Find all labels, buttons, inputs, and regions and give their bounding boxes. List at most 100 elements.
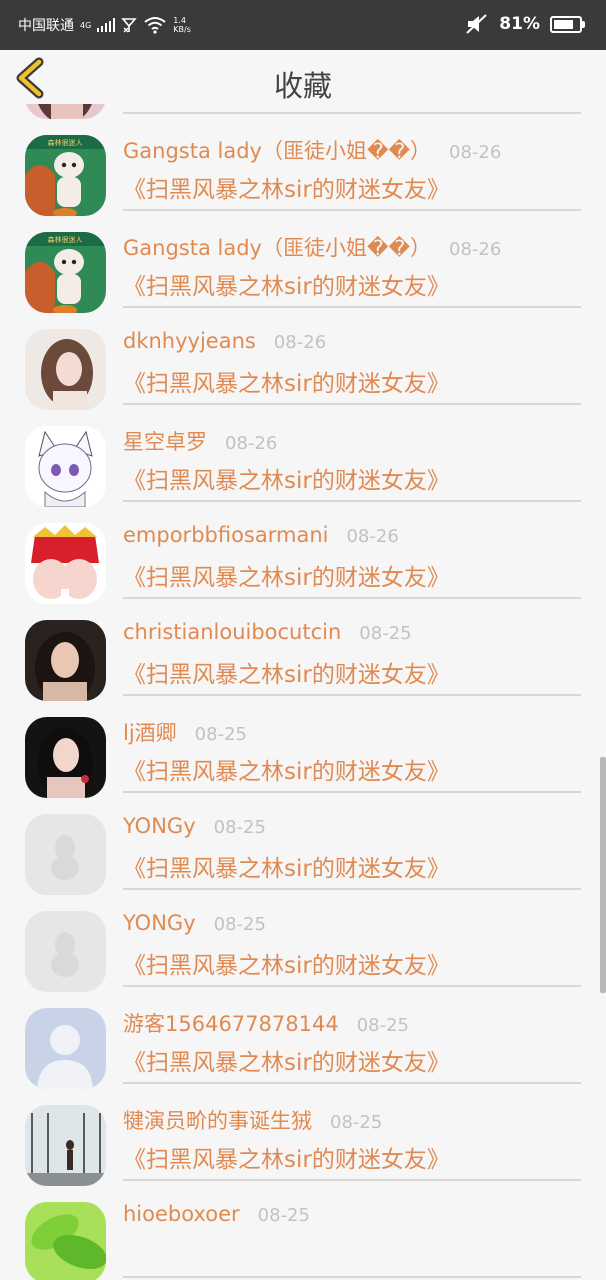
row-divider <box>123 306 581 308</box>
favorite-row[interactable]: hioeboxoer 08-25 <box>0 1190 606 1280</box>
avatar[interactable] <box>25 620 106 701</box>
battery-percent: 81% <box>499 14 540 34</box>
favorited-title-link[interactable]: 《扫黑风暴之林sir的财迷女友》 <box>123 849 450 883</box>
avatar[interactable] <box>25 1008 106 1089</box>
favorite-row[interactable]: 星空卓罗 08-26 《扫黑风暴之林sir的财迷女友》 <box>0 414 606 511</box>
user-name[interactable]: lj酒卿 <box>123 717 177 747</box>
user-name[interactable]: Gangsta lady（匪徒小姐��） <box>123 135 431 165</box>
avatar[interactable] <box>25 911 106 992</box>
avatar[interactable] <box>25 426 106 507</box>
favorite-date: 08-26 <box>449 239 502 260</box>
favorite-row[interactable]: 游客1564677878144 08-25 《扫黑风暴之林sir的财迷女友》 <box>0 996 606 1093</box>
row-divider <box>123 597 581 599</box>
avatar[interactable] <box>25 1105 106 1186</box>
carrier-label: 中国联通 <box>18 18 74 34</box>
user-name[interactable]: dknhyyjeans <box>123 329 256 353</box>
favorited-title-link[interactable]: 《扫黑风暴之林sir的财迷女友》 <box>123 655 450 689</box>
favorite-date: 08-26 <box>225 433 278 454</box>
favorited-title-link[interactable]: 《扫黑风暴之林sir的财迷女友》 <box>123 946 450 980</box>
user-name[interactable]: Gangsta lady（匪徒小姐��） <box>123 232 431 262</box>
favorite-row[interactable]: 犍演员畍的事诞生狨 08-25 《扫黑风暴之林sir的财迷女友》 <box>0 1093 606 1190</box>
row-meta: YONGy 08-25 <box>123 911 266 935</box>
avatar[interactable] <box>25 1202 106 1280</box>
user-name[interactable]: hioeboxoer <box>123 1202 240 1226</box>
user-name[interactable]: 犍演员畍的事诞生狨 <box>123 1105 312 1135</box>
favorite-date: 08-26 <box>346 526 399 547</box>
favorites-list-inner: 迈伯贤家的女人08-26《扫黑风暴之林sir的财迷女友》森林很迷人 Gangsta… <box>0 104 606 1280</box>
user-name[interactable]: 星空卓罗 <box>123 426 207 456</box>
network-type: 4G <box>80 20 92 30</box>
user-name[interactable]: 游客1564677878144 <box>123 1008 339 1038</box>
row-meta: Gangsta lady（匪徒小姐��） 08-26 <box>123 232 501 262</box>
favorite-row[interactable]: emporbbfiosarmani 08-26 《扫黑风暴之林sir的财迷女友》 <box>0 511 606 608</box>
row-meta: YONGy 08-25 <box>123 814 266 838</box>
favorited-title-link[interactable]: 《扫黑风暴之林sir的财迷女友》 <box>123 267 450 301</box>
favorited-title-link[interactable]: 《扫黑风暴之林sir的财迷女友》 <box>123 558 450 592</box>
favorite-row[interactable]: christianlouibocutcin 08-25 《扫黑风暴之林sir的财迷女… <box>0 608 606 705</box>
avatar[interactable] <box>25 523 106 604</box>
row-divider <box>123 1179 581 1181</box>
page-title: 收藏 <box>273 69 332 103</box>
row-meta: hioeboxoer 08-25 <box>123 1202 310 1226</box>
favorited-title-link[interactable]: 《扫黑风暴之林sir的财迷女友》 <box>123 364 450 398</box>
favorited-title-link[interactable]: 《扫黑风暴之林sir的财迷女友》 <box>123 170 450 204</box>
row-divider <box>123 888 581 890</box>
favorited-title-link[interactable]: 《扫黑风暴之林sir的财迷女友》 <box>123 1140 450 1174</box>
row-divider <box>123 1276 581 1278</box>
avatar[interactable]: 森林很迷人 <box>25 135 106 216</box>
row-meta: 犍演员畍的事诞生狨 08-25 <box>123 1105 382 1135</box>
row-meta: Gangsta lady（匪徒小姐��） 08-26 <box>123 135 501 165</box>
status-left: 中国联通 4G 1.4 KB/s <box>18 15 191 35</box>
row-divider <box>123 1082 581 1084</box>
status-right: 81% <box>465 13 585 35</box>
favorite-row[interactable]: 迈伯贤家的女人08-26《扫黑风暴之林sir的财迷女友》 <box>0 104 606 123</box>
row-meta: lj酒卿 08-25 <box>123 717 247 747</box>
favorite-row[interactable]: lj酒卿 08-25 《扫黑风暴之林sir的财迷女友》 <box>0 705 606 802</box>
favorite-date: 08-26 <box>449 142 502 163</box>
net-speed-unit: KB/s <box>173 25 191 34</box>
row-meta: 星空卓罗 08-26 <box>123 426 277 456</box>
row-divider <box>123 112 581 114</box>
favorite-row[interactable]: YONGy 08-25 《扫黑风暴之林sir的财迷女友》 <box>0 802 606 899</box>
avatar[interactable]: 森林很迷人 <box>25 232 106 313</box>
favorite-date: 08-26 <box>273 332 327 353</box>
avatar[interactable] <box>25 329 106 410</box>
favorite-date: 08-25 <box>356 1015 410 1036</box>
favorite-date: 08-25 <box>194 724 247 745</box>
user-name[interactable]: YONGy <box>123 814 196 838</box>
row-meta: emporbbfiosarmani 08-26 <box>123 523 399 547</box>
row-meta: christianlouibocutcin 08-25 <box>123 620 412 644</box>
favorite-row[interactable]: dknhyyjeans 08-26 《扫黑风暴之林sir的财迷女友》 <box>0 317 606 414</box>
header-bar: 收藏 <box>0 50 606 104</box>
row-divider <box>123 694 581 696</box>
row-divider <box>123 500 581 502</box>
favorited-title-link[interactable]: 《扫黑风暴之林sir的财迷女友》 <box>123 461 450 495</box>
favorite-date: 08-25 <box>330 1112 383 1133</box>
row-divider <box>123 791 581 793</box>
sim2-no-signal-icon <box>121 18 138 33</box>
user-name[interactable]: christianlouibocutcin <box>123 620 341 644</box>
net-speed: 1.4 KB/s <box>173 16 191 34</box>
user-name[interactable]: YONGy <box>123 911 196 935</box>
row-divider <box>123 985 581 987</box>
net-speed-value: 1.4 <box>173 16 187 25</box>
favorited-title-link[interactable]: 《扫黑风暴之林sir的财迷女友》 <box>123 1043 450 1077</box>
user-name[interactable]: emporbbfiosarmani <box>123 523 328 547</box>
avatar[interactable] <box>25 104 106 119</box>
avatar[interactable] <box>25 717 106 798</box>
favorites-list[interactable]: 迈伯贤家的女人08-26《扫黑风暴之林sir的财迷女友》森林很迷人 Gangsta… <box>0 104 606 1280</box>
cell-signal-icon <box>97 18 116 32</box>
status-bar: 中国联通 4G 1.4 KB/s 81% <box>0 0 606 50</box>
mute-icon <box>466 14 487 34</box>
favorite-row[interactable]: 森林很迷人 Gangsta lady（匪徒小姐��） 08-26 《扫黑风暴之林sir… <box>0 123 606 220</box>
favorite-row[interactable]: 森林很迷人 Gangsta lady（匪徒小姐��） 08-26 《扫黑风暴之林sir… <box>0 220 606 317</box>
scrollbar-thumb[interactable] <box>600 757 606 993</box>
row-meta: 游客1564677878144 08-25 <box>123 1008 409 1038</box>
favorite-row[interactable]: YONGy 08-25 《扫黑风暴之林sir的财迷女友》 <box>0 899 606 996</box>
favorited-title-link[interactable]: 《扫黑风暴之林sir的财迷女友》 <box>123 752 450 786</box>
row-divider <box>123 209 581 211</box>
row-meta: dknhyyjeans 08-26 <box>123 329 326 353</box>
battery-icon <box>550 15 585 33</box>
avatar[interactable] <box>25 814 106 895</box>
svg-text:森林很迷人: 森林很迷人 <box>48 138 83 147</box>
